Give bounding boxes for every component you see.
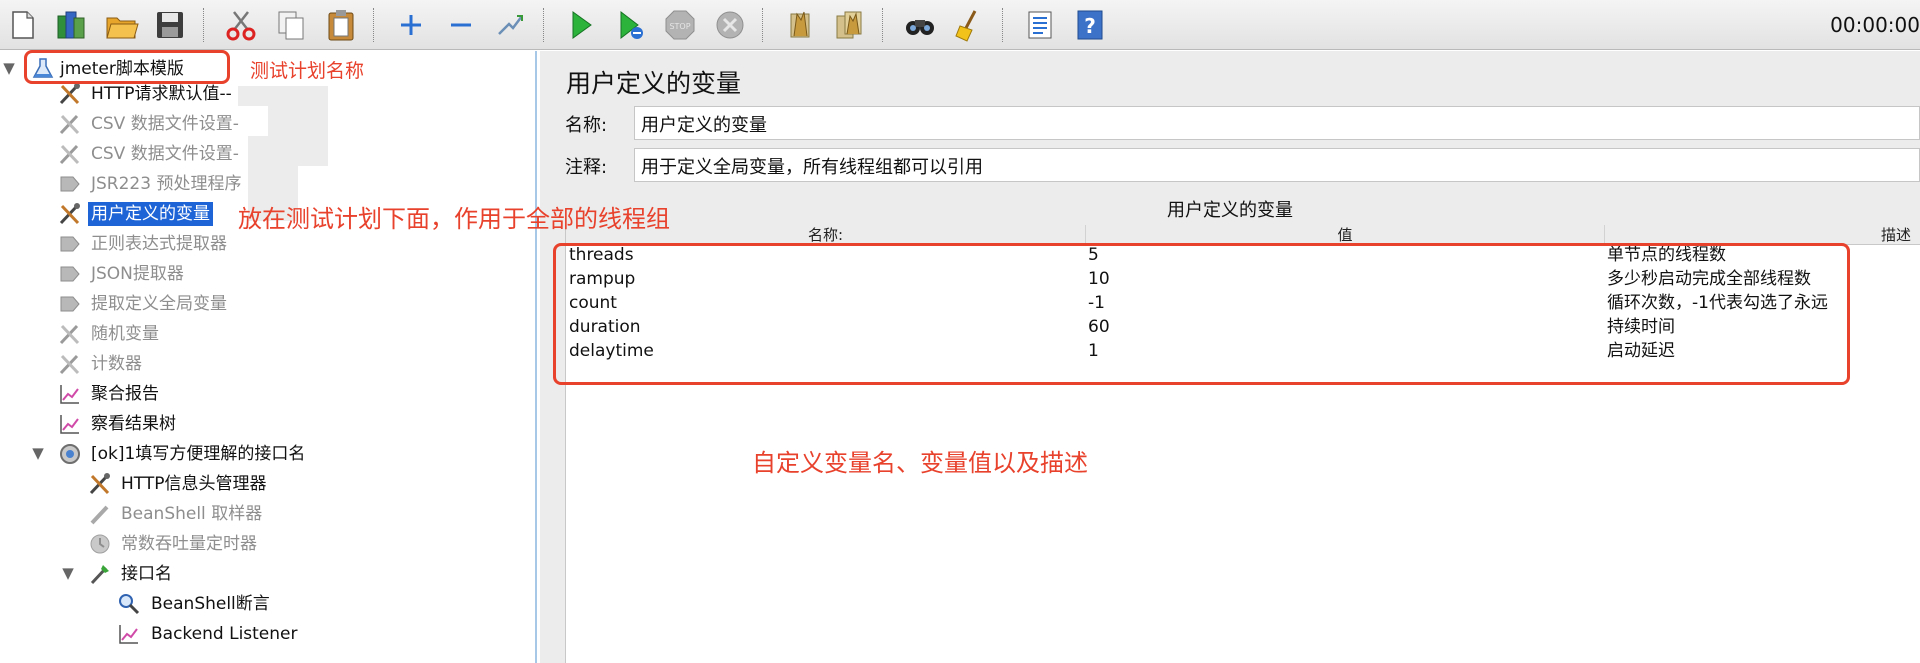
tree-item-label: JSON提取器 <box>91 264 184 284</box>
copy-icon[interactable] <box>272 6 310 44</box>
tree-item-random-variable[interactable]: 随机变量 <box>0 319 536 349</box>
name-label: 名称: <box>565 115 608 136</box>
config-element-icon <box>57 351 83 377</box>
shutdown-icon[interactable] <box>711 6 749 44</box>
config-element-icon <box>57 111 83 137</box>
help-icon[interactable]: ? <box>1071 6 1109 44</box>
svg-text:?: ? <box>1084 14 1096 38</box>
config-element-icon <box>57 321 83 347</box>
sampler-icon <box>87 501 113 527</box>
save-icon[interactable] <box>151 6 189 44</box>
tree-item-counter[interactable]: 计数器 <box>0 349 536 379</box>
tree-item-label: 计数器 <box>91 354 142 374</box>
tree-item-view-results-tree[interactable]: 察看结果树 <box>0 409 536 439</box>
clear-icon[interactable] <box>782 6 820 44</box>
tree-item-backend-listener[interactable]: Backend Listener <box>0 619 536 649</box>
collapse-triangle-icon[interactable]: ▼ <box>61 564 75 582</box>
tree-item-json-extractor[interactable]: JSON提取器 <box>0 259 536 289</box>
tree-item-label: 用户定义的变量 <box>88 202 213 226</box>
open-icon[interactable] <box>102 6 140 44</box>
comment-field[interactable]: 用于定义全局变量，所有线程组都可以引用 <box>634 148 1920 182</box>
tree-item-label: 提取定义全局变量 <box>91 294 227 314</box>
tree-item-label: CSV 数据文件设置- <box>91 114 239 134</box>
tree-item-thread-group[interactable]: ▼ [ok]1填写方便理解的接口名 <box>0 439 536 469</box>
redacted-patch <box>238 86 328 106</box>
tree-item-label: 聚合报告 <box>91 384 159 404</box>
reset-search-icon[interactable] <box>951 6 989 44</box>
tree-item-label: 随机变量 <box>91 324 159 344</box>
tree-item-jsr223-preprocessor[interactable]: JSR223 预处理程序 <box>0 169 536 199</box>
tree-item-api-sampler[interactable]: ▼ 接口名 <box>0 559 536 589</box>
postprocessor-icon <box>57 261 83 287</box>
search-icon[interactable] <box>901 6 939 44</box>
tree-item-aggregate-report[interactable]: 聚合报告 <box>0 379 536 409</box>
paste-icon[interactable] <box>322 6 360 44</box>
tree-item-beanshell-sampler[interactable]: BeanShell 取样器 <box>0 499 536 529</box>
annotation-box-variables <box>553 243 1850 385</box>
preprocessor-icon <box>57 171 83 197</box>
tree-item-label: BeanShell断言 <box>151 594 270 614</box>
stop-icon[interactable]: STOP <box>661 6 699 44</box>
tree-item-label: HTTP信息头管理器 <box>121 474 267 494</box>
tree-item-label: HTTP请求默认值-- <box>91 84 232 104</box>
tree-item-label: 常数吞吐量定时器 <box>121 534 257 554</box>
listener-graph-icon <box>57 411 83 437</box>
toolbar: STOP ? 00:00:00 <box>0 0 1920 50</box>
postprocessor-icon <box>57 231 83 257</box>
tree-item-label: 正则表达式提取器 <box>91 234 227 254</box>
expand-icon[interactable] <box>392 6 430 44</box>
config-element-icon <box>87 471 113 497</box>
annotation-box-test-plan <box>24 50 230 84</box>
table-header: 名称: 值 描述 <box>566 225 1920 245</box>
templates-icon[interactable] <box>52 6 90 44</box>
test-plan-tree: ▼ jmeter脚本模版 HTTP请求默认值-- CSV 数据文件设置- CSV… <box>0 51 537 663</box>
tree-item-extract-global-vars[interactable]: 提取定义全局变量 <box>0 289 536 319</box>
thread-group-icon <box>57 441 83 467</box>
annotation-table-note: 自定义变量名、变量值以及描述 <box>752 449 1088 477</box>
name-field[interactable]: 用户定义的变量 <box>634 106 1920 140</box>
tree-item-label: CSV 数据文件设置- <box>91 144 239 164</box>
start-icon[interactable] <box>562 6 600 44</box>
tree-item-label: JSR223 预处理程序 <box>91 174 242 194</box>
column-header-value[interactable]: 值 <box>1086 225 1605 245</box>
tree-item-label: Backend Listener <box>151 624 298 644</box>
tree-item-http-header-manager[interactable]: HTTP信息头管理器 <box>0 469 536 499</box>
collapse-icon[interactable] <box>442 6 480 44</box>
variables-table-caption: 用户定义的变量 <box>1167 200 1293 221</box>
column-header-description[interactable]: 描述 <box>1605 225 1920 245</box>
timer-icon <box>87 531 113 557</box>
config-element-icon <box>57 81 83 107</box>
cut-icon[interactable] <box>222 6 260 44</box>
page-title: 用户定义的变量 <box>566 69 742 98</box>
tree-item-beanshell-assertion[interactable]: BeanShell断言 <box>0 589 536 619</box>
collapse-triangle-icon[interactable]: ▼ <box>2 59 16 77</box>
tree-item-label: BeanShell 取样器 <box>121 504 263 524</box>
tree-item-label: 接口名 <box>121 564 172 584</box>
start-no-pauses-icon[interactable] <box>611 6 649 44</box>
tree-item-label: 察看结果树 <box>91 414 176 434</box>
elapsed-timer: 00:00:00 <box>1830 13 1920 37</box>
function-helper-icon[interactable] <box>1021 6 1059 44</box>
svg-text:STOP: STOP <box>669 22 690 31</box>
new-icon[interactable] <box>3 6 41 44</box>
clear-all-icon[interactable] <box>831 6 869 44</box>
collapse-triangle-icon[interactable]: ▼ <box>31 444 45 462</box>
sampler-icon <box>87 561 113 587</box>
listener-graph-icon <box>116 621 142 647</box>
annotation-udv-scope: 放在测试计划下面，作用于全部的线程组 <box>238 205 670 233</box>
listener-graph-icon <box>57 381 83 407</box>
comment-label: 注释: <box>565 157 608 178</box>
tree-item-label: [ok]1填写方便理解的接口名 <box>91 444 306 464</box>
config-element-icon <box>57 141 83 167</box>
tree-item-constant-throughput-timer[interactable]: 常数吞吐量定时器 <box>0 529 536 559</box>
assertion-icon <box>116 591 142 617</box>
annotation-test-plan-name: 测试计划名称 <box>250 60 365 82</box>
config-element-icon <box>57 201 83 227</box>
toggle-icon[interactable] <box>491 6 529 44</box>
postprocessor-icon <box>57 291 83 317</box>
